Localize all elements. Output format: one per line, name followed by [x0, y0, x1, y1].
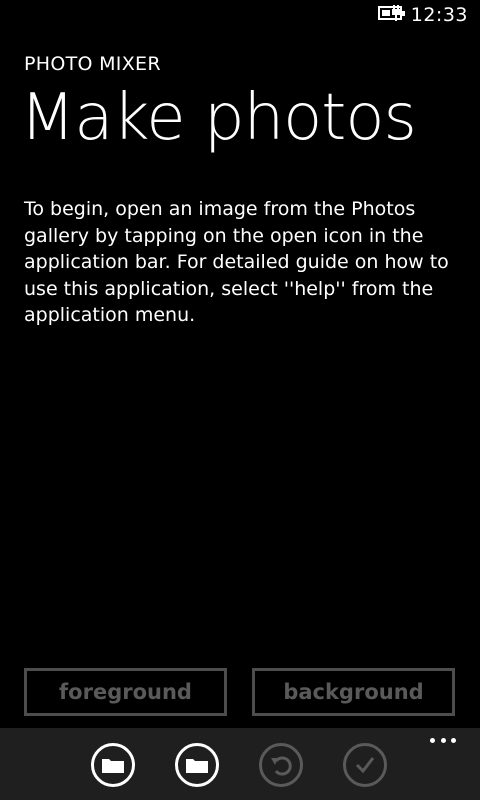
charging-plug-icon [392, 5, 400, 21]
app-title: PHOTO MIXER [24, 53, 161, 75]
undo-button[interactable] [259, 743, 303, 787]
undo-icon [271, 756, 292, 776]
clock: 12:33 [410, 4, 468, 26]
check-icon [355, 757, 375, 774]
background-button[interactable]: background [252, 668, 455, 716]
instructions-text: To begin, open an image from the Photos … [24, 198, 449, 326]
foreground-button[interactable]: foreground [24, 668, 227, 716]
application-bar [0, 728, 480, 800]
apply-button[interactable] [343, 743, 387, 787]
open-folder-icon [186, 759, 208, 773]
page-title: Make photos [20, 81, 417, 155]
open-foreground-button[interactable] [91, 743, 135, 787]
status-bar: 12:33 [0, 0, 480, 32]
open-folder-icon [102, 759, 124, 773]
screen: 12:33 PHOTO MIXER Make photos To begin, … [0, 0, 480, 800]
open-background-button[interactable] [175, 743, 219, 787]
ellipsis-icon[interactable] [430, 738, 456, 744]
